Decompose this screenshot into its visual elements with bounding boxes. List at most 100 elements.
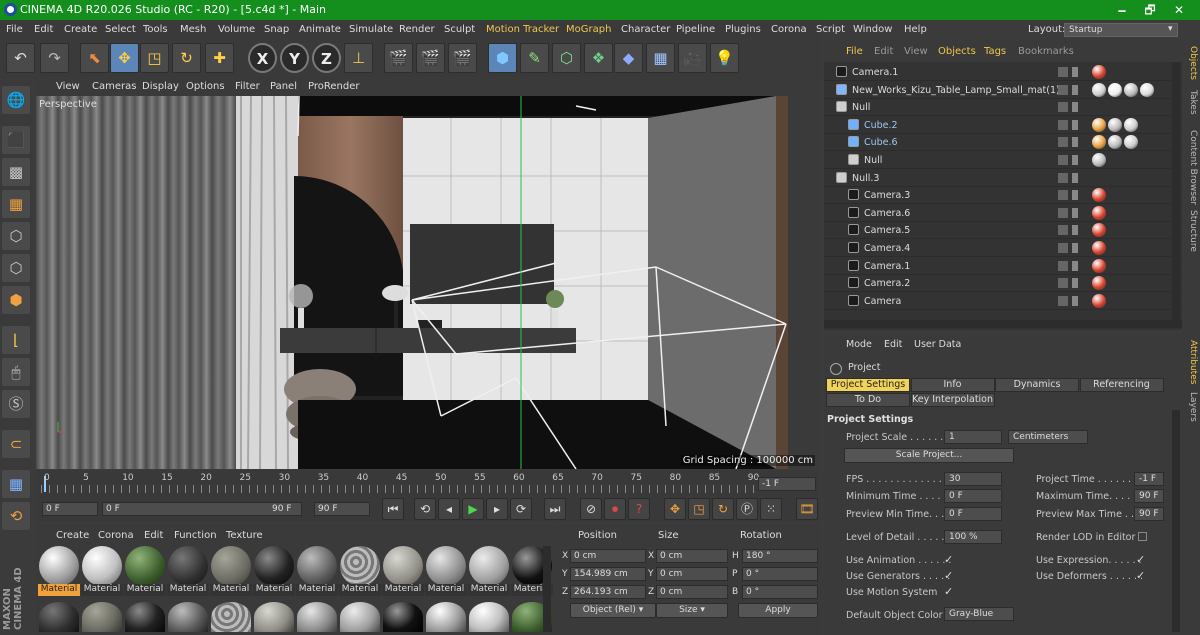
floor-icon[interactable]: ▦ xyxy=(646,43,675,73)
render-toggle[interactable] xyxy=(1072,260,1078,271)
object-tag-icon[interactable] xyxy=(1108,82,1122,97)
render-toggle[interactable] xyxy=(1072,295,1078,306)
side-tab-content-browser[interactable]: Content Browser xyxy=(1184,130,1198,205)
menu-mesh[interactable]: Mesh xyxy=(180,24,206,35)
z-axis-lock-icon[interactable]: Z xyxy=(312,43,341,73)
material-swatch[interactable] xyxy=(340,546,380,586)
material-label[interactable]: Material xyxy=(253,584,295,596)
size-z-field[interactable]: 0 cm xyxy=(656,585,728,599)
object-tag-icon[interactable] xyxy=(1092,65,1106,79)
use-motion-system-checkbox[interactable]: ✓ xyxy=(944,585,953,598)
render-view-icon[interactable]: 🎬 xyxy=(384,43,413,73)
camera-object-icon[interactable]: 🎥 xyxy=(678,43,707,73)
menu-render[interactable]: Render xyxy=(399,24,435,35)
visibility-toggle[interactable] xyxy=(1058,295,1068,306)
restore-button[interactable]: 🗗 xyxy=(1136,1,1164,19)
maximum-time-field[interactable]: 90 F xyxy=(1134,489,1164,503)
material-swatch[interactable] xyxy=(211,546,251,586)
object-tag-icon[interactable] xyxy=(1092,205,1106,220)
side-tab-takes[interactable]: Takes xyxy=(1184,90,1198,115)
object-tag-icon[interactable] xyxy=(1092,188,1106,203)
project-scale-field[interactable]: 1 xyxy=(944,430,1002,444)
viewport-menu-options[interactable]: Options xyxy=(186,81,225,92)
attribute-menu-user-data[interactable]: User Data xyxy=(914,339,961,350)
render-lod-checkbox[interactable] xyxy=(1138,532,1147,541)
rotation-b-field[interactable]: 0 ° xyxy=(742,585,818,599)
make-editable-icon[interactable]: 🌐 xyxy=(2,86,30,114)
minimize-button[interactable]: 🗕 xyxy=(1108,1,1136,19)
render-toggle[interactable] xyxy=(1072,225,1078,236)
menu-snap[interactable]: Snap xyxy=(264,24,289,35)
object-row[interactable]: Camera.6 xyxy=(824,205,1182,222)
live-selection-icon[interactable]: ⬉ xyxy=(80,43,109,73)
material-swatch[interactable] xyxy=(426,546,466,586)
render-settings-icon[interactable]: 🎬 xyxy=(448,43,477,73)
parameter-key-icon[interactable]: Ⓟ xyxy=(736,498,758,520)
object-menu-objects[interactable]: Objects xyxy=(938,46,976,57)
object-row[interactable]: Camera.3 xyxy=(824,187,1182,205)
attribute-menu-mode[interactable]: Mode xyxy=(846,339,872,350)
snap-icon[interactable]: Ⓢ xyxy=(2,390,30,418)
visibility-toggle[interactable] xyxy=(1058,137,1068,148)
menu-create[interactable]: Create xyxy=(64,24,97,35)
position-key-icon[interactable]: ✥ xyxy=(664,498,686,520)
material-swatch[interactable] xyxy=(82,546,122,586)
size-x-field[interactable]: 0 cm xyxy=(656,549,728,563)
material-menu-texture[interactable]: Texture xyxy=(226,530,263,541)
render-toggle[interactable] xyxy=(1072,278,1078,289)
object-manager-v-scrollbar[interactable] xyxy=(1172,62,1180,320)
object-row[interactable]: Cube.6 xyxy=(824,134,1182,152)
timeline-start-field[interactable]: 0 F xyxy=(42,502,98,516)
size-mode-select[interactable]: Size ▾ xyxy=(656,603,728,618)
attribute-menu-edit[interactable]: Edit xyxy=(884,339,902,350)
menu-file[interactable]: File xyxy=(6,24,23,35)
visibility-toggle[interactable] xyxy=(1058,102,1068,113)
object-tag-icon[interactable] xyxy=(1124,82,1138,97)
visibility-toggle[interactable] xyxy=(1058,243,1068,253)
object-row[interactable]: Camera.1 xyxy=(824,258,1182,275)
side-tab-objects[interactable]: Objects xyxy=(1184,46,1198,80)
render-toggle[interactable] xyxy=(1072,102,1078,113)
object-tag-icon[interactable] xyxy=(1092,135,1106,150)
object-tag-icon[interactable] xyxy=(1092,276,1106,291)
material-swatch[interactable] xyxy=(469,546,509,586)
object-menu-edit[interactable]: Edit xyxy=(874,46,893,57)
object-menu-view[interactable]: View xyxy=(904,46,928,57)
material-swatch[interactable] xyxy=(39,546,79,586)
object-tag-icon[interactable] xyxy=(1124,135,1138,150)
material-label[interactable]: Material xyxy=(425,584,467,596)
rotation-p-field[interactable]: 0 ° xyxy=(742,567,818,581)
viewport-menu-filter[interactable]: Filter xyxy=(235,81,260,92)
menu-character[interactable]: Character xyxy=(621,24,670,35)
tab-referencing[interactable]: Referencing xyxy=(1079,378,1164,392)
position-y-field[interactable]: 154.989 cm xyxy=(570,567,646,581)
render-toggle[interactable] xyxy=(1072,243,1078,253)
viewport-menu-cameras[interactable]: Cameras xyxy=(92,81,136,92)
use-generators-checkbox[interactable]: ✓ xyxy=(944,569,953,582)
current-frame-field[interactable]: -1 F xyxy=(758,477,816,491)
material-swatch-row2[interactable] xyxy=(426,602,466,632)
scale-tool-icon[interactable]: ◳ xyxy=(140,43,169,73)
material-swatch-row2[interactable] xyxy=(82,602,122,632)
menu-window[interactable]: Window xyxy=(853,24,892,35)
render-toggle[interactable] xyxy=(1072,119,1078,130)
attribute-scrollbar[interactable] xyxy=(1172,410,1180,632)
coordinate-system-icon[interactable]: ⊥ xyxy=(344,43,373,73)
menu-help[interactable]: Help xyxy=(904,24,927,35)
viewport-menu-view[interactable]: View xyxy=(56,81,80,92)
object-tag-icon[interactable] xyxy=(1092,223,1106,238)
material-swatch-row2[interactable] xyxy=(469,602,509,632)
object-tag-icon[interactable] xyxy=(1140,82,1154,97)
tab-to-do[interactable]: To Do xyxy=(826,393,910,407)
position-z-field[interactable]: 264.193 cm xyxy=(570,585,646,599)
redo-icon[interactable]: ↷ xyxy=(40,43,69,73)
render-toggle[interactable] xyxy=(1072,155,1078,165)
array-generator-icon[interactable]: ❖ xyxy=(584,43,613,73)
locked-workplane-icon[interactable]: ⟲ xyxy=(2,502,30,530)
menu-pipeline[interactable]: Pipeline xyxy=(676,24,715,35)
material-swatch[interactable] xyxy=(254,546,294,586)
default-object-color-select[interactable]: Gray-Blue xyxy=(944,607,1014,621)
menu-animate[interactable]: Animate xyxy=(299,24,341,35)
workplane-icon[interactable]: ▦ xyxy=(2,470,30,498)
tab-info[interactable]: Info xyxy=(910,378,995,392)
